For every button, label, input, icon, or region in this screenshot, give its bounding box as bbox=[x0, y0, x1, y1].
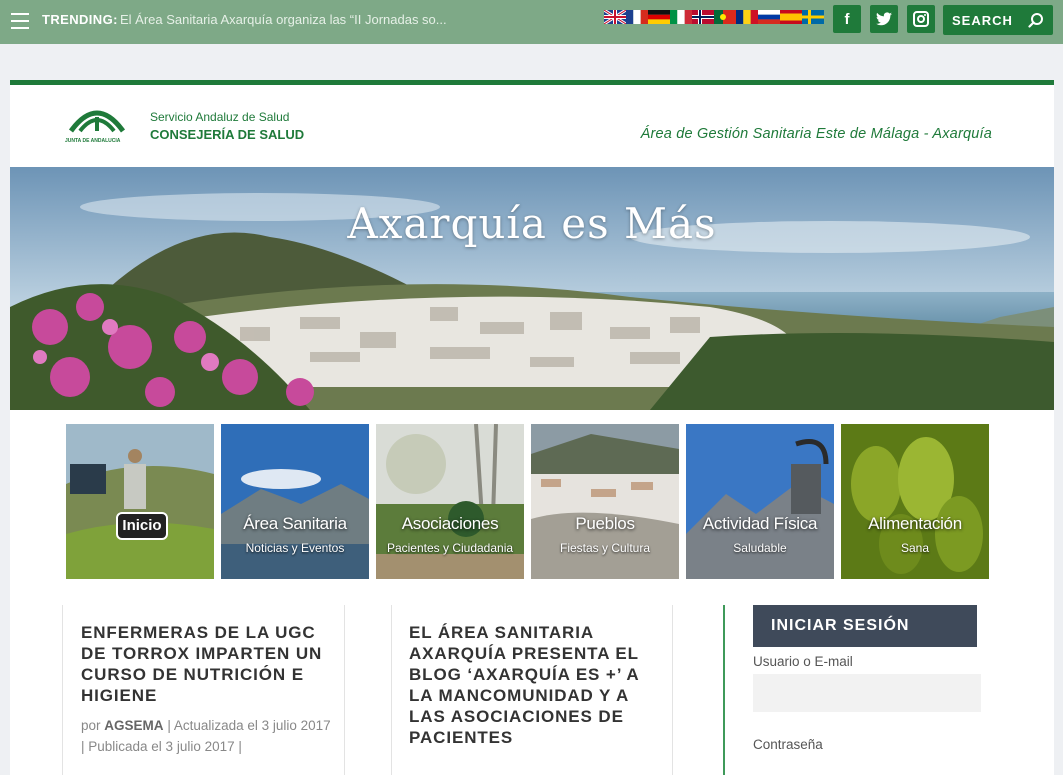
language-flags bbox=[604, 10, 824, 24]
post-title-link[interactable]: ENFERMERAS DE LA UGC DE TORROX IMPARTEN … bbox=[81, 622, 331, 706]
portugal-flag[interactable] bbox=[714, 10, 736, 24]
tile-subtitle: Sana bbox=[900, 541, 930, 555]
facebook-icon[interactable]: f bbox=[833, 5, 861, 33]
trending-headline-link[interactable]: El Área Sanitaria Axarquía organiza las … bbox=[120, 12, 447, 27]
tile-subtitle: Saludable bbox=[733, 541, 787, 555]
romania-flag[interactable] bbox=[736, 10, 758, 24]
tile-image bbox=[66, 424, 214, 579]
tile-title: Pueblos bbox=[575, 514, 635, 533]
spain-flag[interactable] bbox=[780, 10, 802, 24]
germany-flag[interactable] bbox=[648, 10, 670, 24]
hero-banner: Axarquía es Más bbox=[10, 167, 1054, 410]
tile-inicio[interactable]: Inicio bbox=[66, 424, 214, 579]
tile-subtitle: Fiestas y Cultura bbox=[559, 541, 651, 555]
tile-image bbox=[686, 424, 834, 579]
login-heading: INICIAR SESIÓN bbox=[753, 605, 977, 647]
password-label: Contraseña bbox=[753, 737, 823, 752]
hamburger-menu-icon[interactable] bbox=[11, 13, 29, 29]
tile-title: Asociaciones bbox=[401, 514, 499, 533]
area-title: Área de Gestión Sanitaria Este de Málaga… bbox=[640, 126, 992, 142]
hero-title: Axarquía es Más bbox=[347, 199, 717, 248]
sweden-flag[interactable] bbox=[802, 10, 824, 24]
post-title-link[interactable]: EL ÁREA SANITARIA AXARQUÍA PRESENTA EL B… bbox=[409, 622, 659, 748]
tile-subtitle: Pacientes y Ciudadania bbox=[386, 541, 514, 555]
tile-subtitle: Noticias y Eventos bbox=[245, 541, 345, 555]
tile-actividad-fisica[interactable]: Actividad Física Saludable bbox=[686, 424, 834, 579]
junta-andalucia-logo-icon bbox=[68, 110, 126, 133]
category-tiles: Inicio Área Sanitaria Noticias y Eventos… bbox=[66, 424, 989, 579]
org-name: Servicio Andaluz de Salud bbox=[150, 110, 290, 124]
instagram-icon[interactable] bbox=[907, 5, 935, 33]
norway-flag[interactable] bbox=[692, 10, 714, 24]
tile-asociaciones[interactable]: Asociaciones Pacientes y Ciudadania bbox=[376, 424, 524, 579]
username-input[interactable] bbox=[753, 674, 981, 712]
post-divider bbox=[62, 605, 63, 775]
uk-flag[interactable] bbox=[604, 10, 626, 24]
search-icon bbox=[1028, 13, 1043, 28]
tile-image bbox=[841, 424, 989, 579]
search-button[interactable]: SEARCH bbox=[943, 5, 1053, 35]
sas-logo[interactable]: JUNTA DE ANDALUCIA Servicio Andaluz de S… bbox=[65, 101, 305, 151]
post-meta: por AGSEMA | Actualizada el 3 julio 2017… bbox=[81, 715, 331, 757]
post-divider bbox=[344, 605, 345, 775]
post-author-link[interactable]: AGSEMA bbox=[104, 718, 163, 733]
tile-title: Área Sanitaria bbox=[243, 514, 347, 533]
tile-image bbox=[221, 424, 369, 579]
main-content: JUNTA DE ANDALUCIA Servicio Andaluz de S… bbox=[10, 80, 1054, 775]
tile-alimentacion[interactable]: Alimentación Sana bbox=[841, 424, 989, 579]
junta-text: JUNTA DE ANDALUCIA bbox=[65, 138, 121, 144]
trending-label: TRENDING: bbox=[42, 12, 118, 27]
post-divider bbox=[391, 605, 392, 775]
post-meta-by: por bbox=[81, 718, 101, 733]
sidebar-rule bbox=[723, 605, 725, 775]
tile-title: Inicio bbox=[116, 512, 168, 540]
france-flag[interactable] bbox=[626, 10, 648, 24]
tile-image bbox=[531, 424, 679, 579]
search-label: SEARCH bbox=[952, 13, 1013, 28]
russia-flag[interactable] bbox=[758, 10, 780, 24]
italy-flag[interactable] bbox=[670, 10, 692, 24]
tile-title: Alimentación bbox=[868, 514, 962, 533]
org-department: CONSEJERÍA DE SALUD bbox=[150, 127, 305, 142]
top-bar: TRENDING: El Área Sanitaria Axarquía org… bbox=[0, 0, 1063, 44]
post-divider bbox=[672, 605, 673, 775]
tile-image bbox=[376, 424, 524, 579]
twitter-icon[interactable] bbox=[870, 5, 898, 33]
tile-title: Actividad Física bbox=[702, 514, 818, 533]
tile-area-sanitaria[interactable]: Área Sanitaria Noticias y Eventos bbox=[221, 424, 369, 579]
username-label: Usuario o E-mail bbox=[753, 654, 853, 669]
tile-pueblos[interactable]: Pueblos Fiestas y Cultura bbox=[531, 424, 679, 579]
